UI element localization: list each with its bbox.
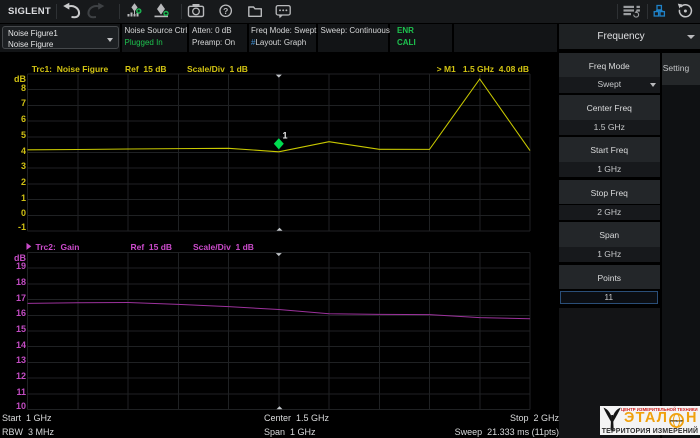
svg-text:1: 1	[283, 131, 288, 141]
svg-text:ПРИБОР: ПРИБОР	[670, 419, 683, 423]
